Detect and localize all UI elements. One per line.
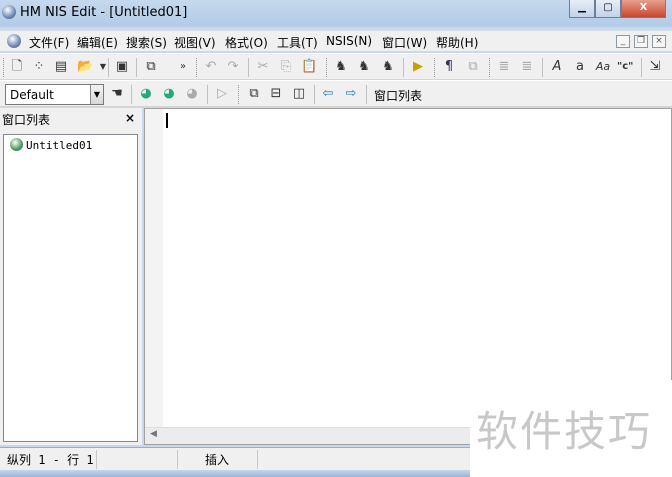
stop-compile-icon[interactable]: ◕ [184,86,200,102]
maximize-button[interactable]: ▢ [595,0,621,18]
indent-icon[interactable]: ≣ [496,59,512,75]
wizard-icon[interactable]: ⁘ [31,59,47,75]
cut-icon[interactable]: ✂ [255,59,271,75]
find-next-icon[interactable]: ♞ [356,59,372,75]
window-list: Untitled01 [3,134,138,442]
menu-file[interactable]: 文件(F) [29,34,69,51]
quote-icon[interactable]: "c" [617,59,633,75]
uppercase-icon[interactable]: A [549,59,565,75]
menu-nsis[interactable]: NSIS(N) [326,34,372,48]
goto-line-icon[interactable]: ▶ [410,59,426,75]
panel-title: 窗口列表 [2,113,51,127]
insert-mode: 插入 [205,453,230,467]
mdi-minimize-button[interactable]: _ [616,35,630,48]
back-arrow-icon[interactable]: ⇦ [320,86,336,102]
close-button[interactable]: X [621,0,666,18]
menu-tools[interactable]: 工具(T) [277,34,318,51]
separator [542,58,543,77]
toggle-case-icon[interactable]: Aa [595,59,611,75]
separator [131,85,132,104]
open-folder-icon[interactable]: 📂 [77,59,93,75]
toolbar-grip[interactable] [196,58,199,77]
toolbar-grip[interactable] [434,58,437,77]
separator [366,85,367,104]
outdent-icon[interactable]: ≣ [519,59,535,75]
separator [177,450,178,469]
wrap-icon[interactable]: ⧉ [465,59,481,75]
separator [108,58,109,77]
window-list-panel: 窗口列表 × Untitled01 [0,108,142,445]
separator [257,450,258,469]
script-icon [10,138,23,151]
separator [207,85,208,104]
separator [248,58,249,77]
overflow-chevron-icon[interactable]: » [175,59,191,75]
paragraph-icon[interactable]: ¶ [441,59,457,75]
menu-edit[interactable]: 编辑(E) [77,34,118,51]
new-file-icon[interactable]: 🗋 [9,59,25,75]
watermark: 软件技巧 [470,380,672,477]
menu-format[interactable]: 格式(O) [225,34,268,51]
hand-icon[interactable]: ☚ [109,86,125,102]
mdi-restore-button[interactable]: ❐ [634,35,648,48]
mdi-close-button[interactable]: × [652,35,666,48]
style-combo[interactable]: Default ▼ [5,84,104,105]
list-item-label: Untitled01 [26,139,93,152]
standard-toolbar: 🗋 ⁘ ▤ 📂 ▼ ▣ ⧉ » ↶ ↷ ✂ ⎘ 📋 ♞ ♞ ♞ ▶ ¶ ⧉ ≣ … [0,53,672,80]
document-icon[interactable] [7,34,21,48]
paste-icon[interactable]: 📋 [301,59,317,75]
nsis-toolbar: Default ▼ ☚ ◕ ◕ ◕ ▷ ⧉ ⊟ ◫ ⇦ ⇨ 窗口列表 [0,80,672,107]
style-combo-value: Default [10,88,54,102]
window-title: HM NIS Edit - [Untitled01] [20,5,188,20]
cursor-position: 纵列 1 - 行 1 [7,453,94,467]
save-all-icon[interactable]: ⧉ [143,59,159,75]
find-icon[interactable]: ♞ [333,59,349,75]
separator [96,450,97,469]
toolbar-grip[interactable] [489,58,492,77]
menu-bar: 文件(F) 编辑(E) 搜索(S) 视图(V) 格式(O) 工具(T) NSIS… [0,30,672,51]
separator [136,58,137,77]
run-icon[interactable]: ▷ [214,86,230,102]
lowercase-icon[interactable]: a [572,59,588,75]
tile-horizontal-icon[interactable]: ⊟ [268,86,284,102]
separator [641,58,642,77]
text-caret [166,113,168,128]
cascade-icon[interactable]: ⧉ [246,86,262,102]
compile-icon[interactable]: ◕ [138,86,154,102]
menu-search[interactable]: 搜索(S) [126,34,167,51]
watermark-text: 软件技巧 [476,407,653,456]
compile-run-icon[interactable]: ◕ [161,86,177,102]
menu-view[interactable]: 视图(V) [174,34,216,51]
toolbar-grip[interactable] [326,58,329,77]
app-icon [2,5,16,19]
line-gutter [145,109,163,427]
template-icon[interactable]: ▤ [53,59,69,75]
toolbar-grip[interactable] [3,58,6,77]
menu-help[interactable]: 帮助(H) [436,34,478,51]
minimize-button[interactable]: ▁ [569,0,595,18]
menu-window[interactable]: 窗口(W) [382,34,427,51]
save-icon[interactable]: ▣ [114,59,130,75]
redo-icon[interactable]: ↷ [225,59,241,75]
window-bottom-border [0,470,470,477]
tile-vertical-icon[interactable]: ◫ [291,86,307,102]
undo-icon[interactable]: ↶ [203,59,219,75]
forward-arrow-icon[interactable]: ⇨ [343,86,359,102]
separator [314,85,315,104]
chevron-down-icon[interactable]: ▼ [90,85,103,104]
word-wrap-icon[interactable]: ⇲ [647,59,663,75]
toolbar-grip[interactable] [238,85,241,104]
title-bar: HM NIS Edit - [Untitled01] ▁ ▢ X [0,0,672,27]
list-item[interactable]: Untitled01 [10,138,92,152]
panel-close-button[interactable]: × [125,111,135,125]
separator [403,58,404,77]
scroll-left-icon[interactable]: ◀ [150,429,157,439]
window-list-button[interactable]: 窗口列表 [374,87,422,104]
replace-icon[interactable]: ♞ [380,59,396,75]
copy-icon[interactable]: ⎘ [278,59,294,75]
